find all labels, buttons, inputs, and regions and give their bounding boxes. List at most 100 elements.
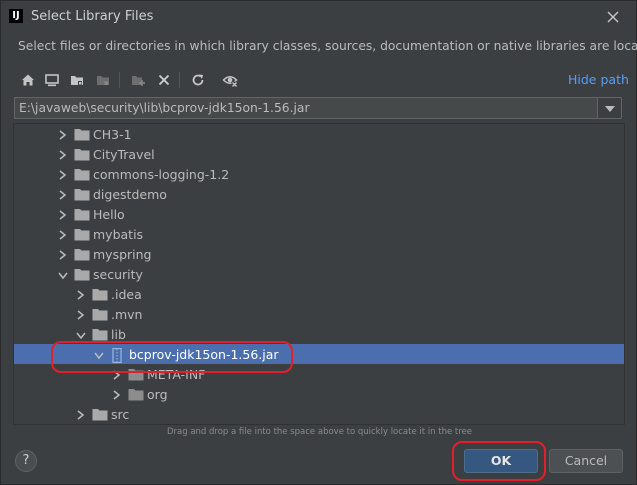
ok-button[interactable]: OK (464, 449, 538, 473)
tree-item-label: .idea (111, 287, 142, 302)
desktop-button[interactable] (42, 69, 62, 91)
folder-icon-wrapper (92, 328, 108, 344)
tree-item-folder[interactable]: src (14, 404, 624, 424)
show-hidden-files-button[interactable] (220, 69, 240, 91)
new-folder-icon (132, 76, 145, 86)
tree-item-label: CityTravel (93, 147, 155, 162)
toolbar-separator (179, 72, 180, 88)
desktop-icon (45, 74, 59, 87)
path-input[interactable] (15, 98, 597, 118)
delete-button[interactable] (154, 69, 174, 91)
tree-item-label: security (93, 267, 143, 282)
folder-icon (92, 309, 108, 321)
tree-item-folder[interactable]: lib (14, 324, 624, 344)
tree-item-jar[interactable]: bcprov-jdk15on-1.56.jar (14, 344, 624, 364)
module-folder-button[interactable] (93, 69, 113, 91)
tree-item-label: org (147, 387, 168, 402)
chevron-down-icon (605, 106, 615, 112)
folder-icon-wrapper (74, 188, 90, 204)
folder-icon (74, 169, 90, 181)
toolbar-separator (119, 72, 120, 88)
chevron-right-icon (59, 150, 67, 160)
folder-icon (92, 289, 108, 301)
tree-item-folder[interactable]: org (14, 384, 624, 404)
chevron-right-icon (59, 230, 67, 240)
expand-toggle[interactable] (58, 169, 67, 183)
tree-item-folder[interactable]: Hello (14, 204, 624, 224)
close-button[interactable] (603, 7, 623, 27)
collapse-toggle[interactable] (94, 349, 104, 363)
expand-toggle[interactable] (76, 309, 85, 323)
tree-item-folder[interactable]: .mvn (14, 304, 624, 324)
tree-item-folder[interactable]: META-INF (14, 364, 624, 384)
folder-icon-wrapper (74, 268, 90, 284)
project-folder-icon (71, 76, 83, 85)
tree-item-folder[interactable]: .idea (14, 284, 624, 304)
project-folder-button[interactable] (67, 69, 87, 91)
tree-item-label: digestdemo (93, 187, 167, 202)
chevron-right-icon (59, 210, 67, 220)
tree-item-label: META-INF (147, 367, 206, 382)
expand-toggle[interactable] (112, 389, 121, 403)
path-history-dropdown[interactable] (598, 97, 622, 119)
dialog-title: Select Library Files (31, 9, 154, 24)
folder-icon-wrapper (74, 208, 90, 224)
expand-toggle[interactable] (58, 149, 67, 163)
chevron-down-icon (76, 332, 86, 340)
file-tree[interactable]: CH3-1 CityTravel commons-logging-1.2 digest… (13, 123, 625, 425)
folder-icon-wrapper (92, 288, 108, 304)
expand-toggle[interactable] (58, 209, 67, 223)
expand-toggle[interactable] (112, 369, 121, 383)
tree-item-folder[interactable]: security (14, 264, 624, 284)
collapse-toggle[interactable] (76, 329, 86, 343)
tree-item-folder[interactable]: mybatis (14, 224, 624, 244)
close-icon (607, 11, 619, 23)
collapse-toggle[interactable] (58, 269, 68, 283)
expand-toggle[interactable] (76, 289, 85, 303)
tree-item-label: lib (111, 327, 126, 342)
folder-icon-wrapper (92, 408, 108, 424)
tree-item-label: mybatis (93, 227, 144, 242)
tree-item-label: .mvn (111, 307, 143, 322)
tree-item-folder[interactable]: commons-logging-1.2 (14, 164, 624, 184)
tree-item-folder[interactable]: CH3-1 (14, 124, 624, 144)
folder-icon-wrapper (74, 148, 90, 164)
folder-icon-wrapper (74, 248, 90, 264)
new-folder-button[interactable] (128, 69, 148, 91)
home-button[interactable] (18, 69, 38, 91)
chevron-right-icon (113, 390, 121, 400)
folder-icon-wrapper (92, 308, 108, 324)
chevron-down-icon (94, 352, 104, 360)
expand-toggle[interactable] (58, 189, 67, 203)
expand-toggle[interactable] (76, 409, 85, 423)
chevron-right-icon (113, 370, 121, 380)
expand-toggle[interactable] (58, 229, 67, 243)
tree-item-folder[interactable]: CityTravel (14, 144, 624, 164)
folder-icon (74, 249, 90, 261)
file-chooser-toolbar (16, 69, 616, 91)
hide-path-link[interactable]: Hide path (568, 72, 629, 87)
path-field[interactable] (14, 97, 598, 119)
tree-item-label: bcprov-jdk15on-1.56.jar (129, 347, 279, 362)
expand-toggle[interactable] (58, 249, 67, 263)
folder-icon-wrapper (128, 368, 144, 384)
refresh-button[interactable] (188, 69, 208, 91)
chevron-right-icon (77, 290, 85, 300)
tree-item-label: CH3-1 (93, 127, 132, 142)
drag-drop-hint: Drag and drop a file into the space abov… (166, 427, 472, 437)
expand-toggle[interactable] (58, 129, 67, 143)
cancel-button[interactable]: Cancel (549, 449, 623, 473)
intellij-logo-icon: IJ (9, 9, 23, 23)
folder-icon (128, 369, 144, 381)
chevron-right-icon (77, 410, 85, 420)
chevron-right-icon (77, 310, 85, 320)
tree-item-folder[interactable]: digestdemo (14, 184, 624, 204)
help-button[interactable]: ? (15, 450, 37, 472)
delete-icon (158, 74, 170, 86)
tree-item-folder[interactable]: myspring (14, 244, 624, 264)
chevron-right-icon (59, 190, 67, 200)
tree-item-label: commons-logging-1.2 (93, 167, 230, 182)
home-icon (22, 74, 34, 86)
show-hidden-icon (222, 76, 238, 87)
folder-icon (74, 149, 90, 161)
